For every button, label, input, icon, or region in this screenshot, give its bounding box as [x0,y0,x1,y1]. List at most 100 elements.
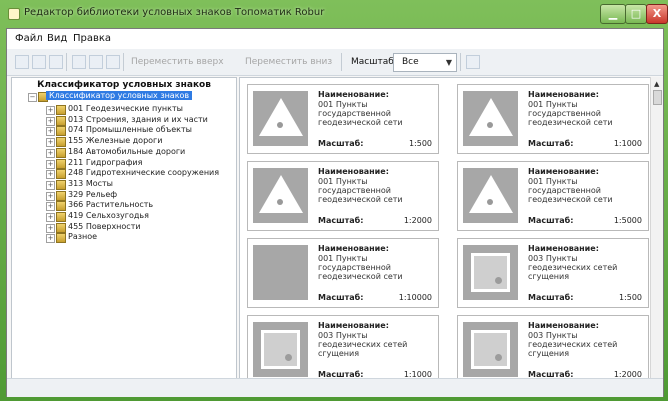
expand-icon[interactable]: + [46,127,55,137]
scale-value: 1:2000 [403,216,432,225]
folder-icon [56,222,66,233]
square-symbol-icon [471,330,510,369]
symbol-name: 001 Пункты государственной геодезической… [318,254,403,281]
symbol-card[interactable]: Наименование: 003 Пункты геодезических се… [457,315,649,385]
expand-icon[interactable]: + [46,116,55,126]
symbol-card[interactable]: Наименование: 001 Пункты государственной … [247,84,439,154]
tree-item[interactable]: +184 Автомобильные дороги [46,147,236,158]
tree-item[interactable]: +455 Поверхности [46,222,236,233]
folder-icon [56,105,66,115]
symbol-preview [463,91,518,146]
tree-item[interactable]: +013 Строения, здания и их части [46,115,236,126]
triangle-symbol-icon [259,175,303,213]
expand-icon[interactable]: + [46,170,55,180]
expand-icon[interactable]: + [46,223,55,233]
scale-value: 1:500 [618,293,642,302]
move-up-button[interactable]: Переместить вверх [131,57,224,67]
tree-item-label: 211 Гидрография [68,157,143,167]
symbol-preview [463,245,518,300]
tree-item-label: 329 Рельеф [68,189,118,199]
scale-label: Масштаб: [318,216,364,225]
scale-label: Масштаб: [528,216,574,225]
tree-item-label: 366 Растительность [68,200,154,210]
cut-icon[interactable] [72,55,86,69]
menu-view[interactable]: Вид [47,33,67,44]
expand-icon[interactable]: + [46,159,55,169]
center-dot-icon [487,122,493,128]
paste-icon[interactable] [49,55,63,69]
tree-item[interactable]: + Разное [46,232,236,244]
classifier-panel: Классификатор условных знаков − Классифи… [11,77,237,393]
name-label: Наименование: [318,90,389,99]
client-area: Файл Вид Правка Переместить вверх Переме… [6,28,664,397]
tree-item[interactable]: +329 Рельеф [46,190,236,201]
toolbar: Переместить вверх Переместить вниз Масшт… [7,49,663,76]
new-icon[interactable] [15,55,29,69]
tree-item[interactable]: +074 Промышленные объекты [46,125,236,137]
maximize-button[interactable]: □ [625,4,647,24]
app-icon [8,8,20,20]
tree-header: Классификатор условных знаков [37,80,211,90]
edit-icon[interactable] [89,55,103,69]
symbol-card[interactable]: Наименование: 001 Пункты государственной … [247,161,439,231]
scale-select[interactable]: Все ▼ [393,53,457,72]
expand-icon[interactable]: + [46,191,55,201]
square-symbol-icon [471,253,510,292]
menu-edit[interactable]: Правка [73,33,111,44]
name-label: Наименование: [318,244,389,253]
minimize-button[interactable]: ▁ [600,4,626,24]
expand-icon[interactable]: + [46,180,55,190]
scroll-up-icon[interactable]: ▲ [654,80,659,88]
triangle-symbol-icon [469,98,513,136]
scale-label: Масштаб: [318,293,364,302]
scale-value: 1:1000 [613,139,642,148]
image-icon[interactable] [466,55,480,69]
symbol-card[interactable]: Наименование: 003 Пункты геодезических се… [457,238,649,308]
symbol-card[interactable]: Наименование: 003 Пункты геодезических се… [247,315,439,385]
folder-icon [56,179,66,190]
center-dot-icon [495,277,502,284]
tree-item[interactable]: +366 Растительность [46,200,236,212]
close-button[interactable]: X [646,4,668,24]
tree-item[interactable]: +248 Гидротехнические сооружения [46,168,236,180]
expand-icon[interactable]: + [46,106,55,115]
tree-root-label[interactable]: Классификатор условных знаков [46,91,193,100]
copy-icon[interactable] [32,55,46,69]
symbol-card[interactable]: Наименование: 001 Пункты государственной … [457,84,649,154]
tree-item[interactable]: +419 Сельхозугодья [46,211,236,222]
expand-icon[interactable]: + [46,138,55,148]
menu-file[interactable]: Файл [15,33,43,44]
tree-item[interactable]: +155 Железные дороги [46,136,236,148]
expand-icon[interactable]: + [46,148,55,158]
folder-icon [56,169,66,180]
tree-item-label: 155 Железные дороги [68,136,163,146]
menu-bar: Файл Вид Правка [7,29,663,50]
name-label: Наименование: [528,321,599,330]
move-down-button[interactable]: Переместить вниз [245,57,332,67]
triangle-symbol-icon [259,98,303,136]
title-bar: Редактор библиотеки условных знаков Топо… [0,0,668,28]
toolbar-separator [460,53,461,71]
symbol-card[interactable]: Наименование: 001 Пункты государственной … [247,238,439,308]
triangle-symbol-icon [469,175,513,213]
scroll-thumb[interactable] [653,90,662,105]
vertical-scrollbar[interactable]: ▲ ▼ [650,77,663,395]
tree-item[interactable]: +211 Гидрография [46,158,236,169]
tree-item[interactable]: +313 Мосты [46,179,236,190]
expand-icon[interactable]: + [46,213,55,222]
expand-icon[interactable]: + [46,202,55,212]
collapse-icon[interactable]: − [28,93,37,102]
center-dot-icon [277,122,283,128]
delete-icon[interactable] [106,55,120,69]
folder-icon [56,201,66,212]
tree-item-label: 248 Гидротехнические сооружения [68,168,220,178]
symbol-card[interactable]: Наименование: 001 Пункты государственной … [457,161,649,231]
center-dot-icon [495,354,502,361]
symbol-preview [463,322,518,377]
tree-item[interactable]: +001 Геодезические пункты [46,104,236,115]
name-label: Наименование: [528,167,599,176]
status-bar [7,378,663,397]
name-label: Наименование: [318,321,389,330]
expand-icon[interactable]: + [46,234,55,244]
scale-label: Масштаб: [318,139,364,148]
